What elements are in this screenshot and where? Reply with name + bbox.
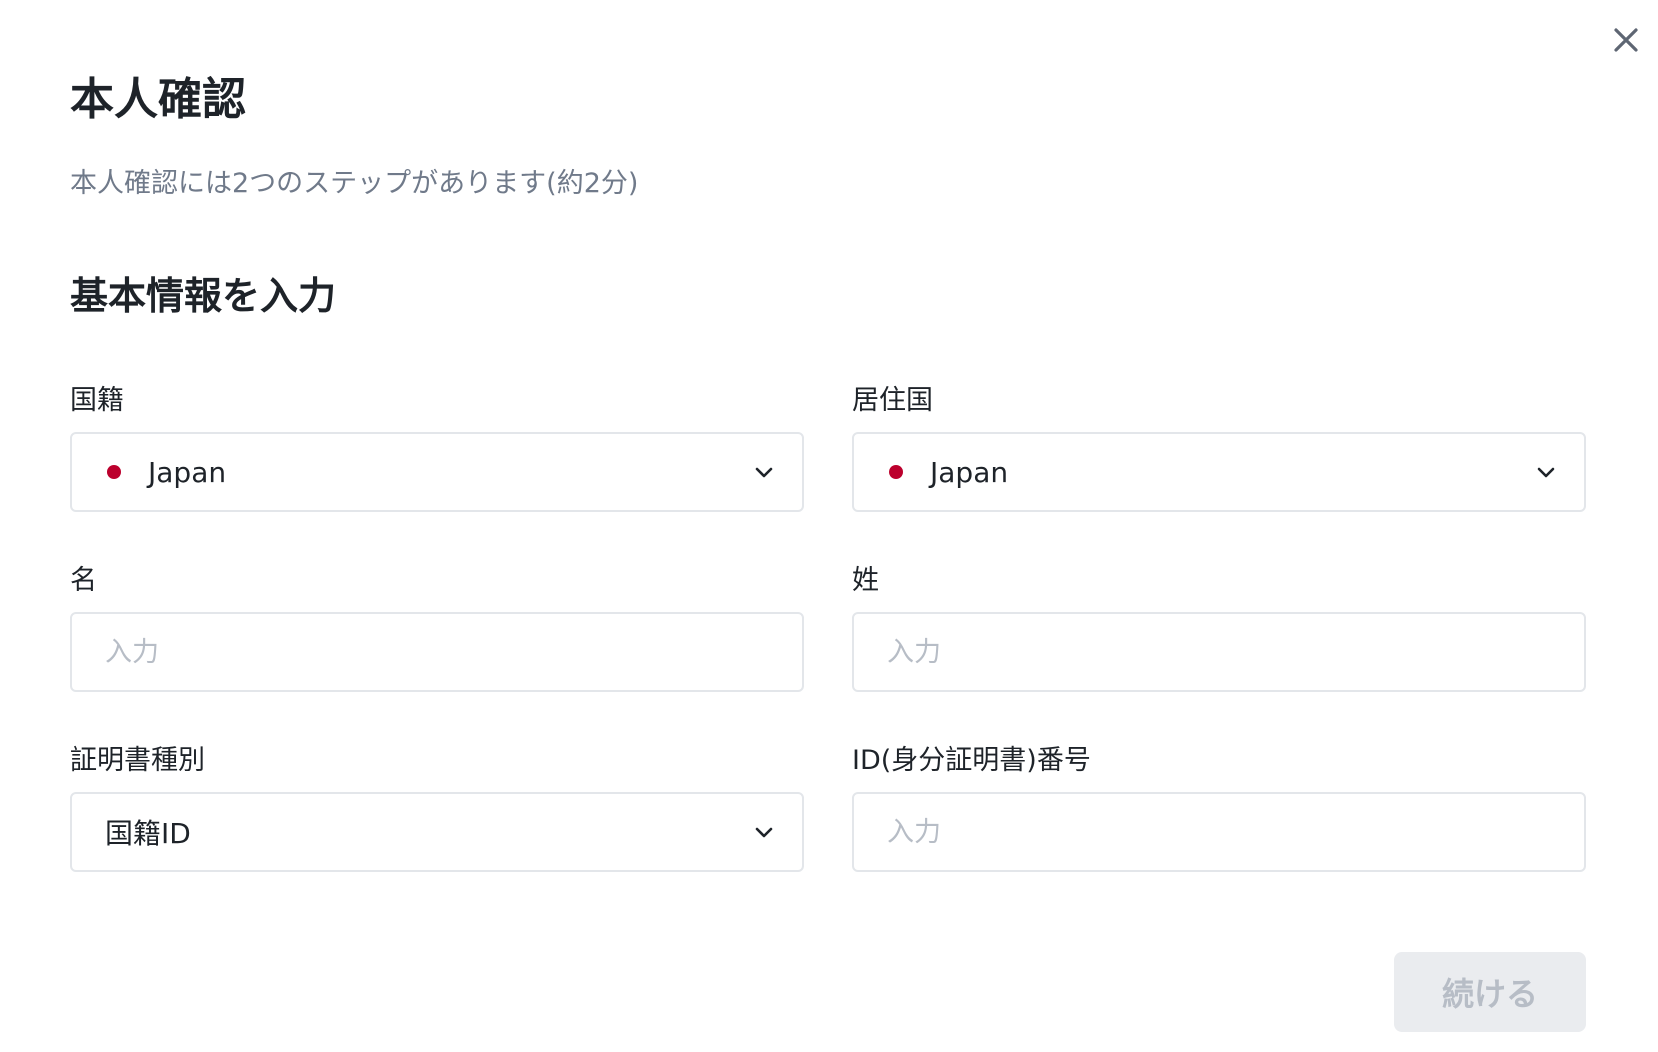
- last-name-field: 姓: [852, 560, 1586, 692]
- chevron-down-icon: [755, 467, 773, 478]
- id-number-input[interactable]: [854, 794, 1584, 870]
- nationality-field: 国籍 Japan: [70, 380, 804, 512]
- continue-button[interactable]: 続ける: [1394, 952, 1586, 1032]
- document-type-value: 国籍ID: [105, 817, 191, 850]
- last-name-label: 姓: [852, 565, 879, 596]
- nationality-select[interactable]: Japan: [70, 432, 804, 512]
- close-button[interactable]: [1608, 22, 1644, 58]
- first-name-box: [70, 612, 804, 692]
- residence-label: 居住国: [852, 385, 933, 416]
- japan-flag-icon: [889, 465, 903, 479]
- chevron-down-icon: [1537, 467, 1555, 478]
- id-number-label: ID(身分証明書)番号: [852, 745, 1091, 776]
- modal-subtitle: 本人確認には2つのステップがあります(約2分): [70, 168, 639, 199]
- id-number-box: [852, 792, 1586, 872]
- document-type-field: 証明書種別 国籍ID: [70, 740, 804, 872]
- nationality-label: 国籍: [70, 385, 124, 416]
- residence-value: Japan: [930, 455, 1009, 489]
- nationality-value: Japan: [148, 455, 227, 489]
- last-name-box: [852, 612, 1586, 692]
- residence-select[interactable]: Japan: [852, 432, 1586, 512]
- japan-flag-icon: [107, 465, 121, 479]
- first-name-field: 名: [70, 560, 804, 692]
- id-number-field: ID(身分証明書)番号: [852, 740, 1586, 872]
- first-name-input[interactable]: [72, 614, 802, 690]
- modal-title: 本人確認: [70, 74, 246, 125]
- chevron-down-icon: [755, 827, 773, 838]
- residence-field: 居住国 Japan: [852, 380, 1586, 512]
- first-name-label: 名: [70, 565, 97, 596]
- last-name-input[interactable]: [854, 614, 1584, 690]
- document-type-select[interactable]: 国籍ID: [70, 792, 804, 872]
- close-icon: [1614, 28, 1638, 52]
- document-type-label: 証明書種別: [70, 745, 205, 776]
- section-title: 基本情報を入力: [70, 274, 337, 318]
